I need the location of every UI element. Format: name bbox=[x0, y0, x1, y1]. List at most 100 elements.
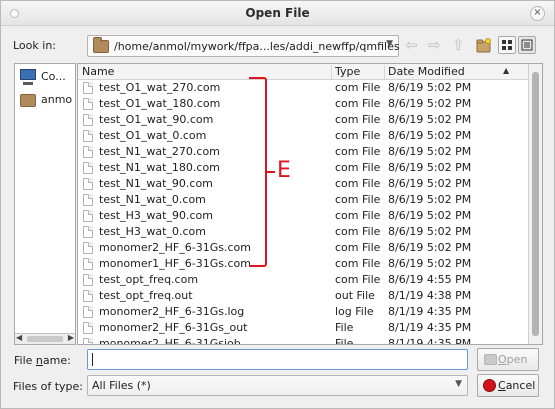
file-list: Name Type Date Modified ▲ test_O1_wat_27… bbox=[77, 63, 543, 345]
file-icon bbox=[83, 146, 93, 158]
vertical-scrollbar[interactable] bbox=[528, 64, 542, 344]
file-type: out File bbox=[335, 289, 375, 302]
scrollbar-thumb[interactable] bbox=[532, 72, 539, 336]
file-name: test_O1_wat_270.com bbox=[99, 81, 221, 94]
file-type-value: All Files (*) bbox=[92, 379, 151, 392]
file-name: test_opt_freq.com bbox=[99, 273, 199, 286]
file-name: monomer2_HF_6-31Gs_out bbox=[99, 321, 248, 334]
file-row[interactable]: monomer2_HF_6-31Gs.com com File 8/6/19 5:0… bbox=[78, 240, 529, 256]
title-bar: Open File × bbox=[1, 1, 554, 26]
file-name: test_N1_wat_0.com bbox=[99, 193, 206, 206]
file-icon bbox=[83, 162, 93, 174]
file-icon bbox=[83, 290, 93, 302]
detail-view-button[interactable] bbox=[518, 36, 536, 54]
file-date-modified: 8/6/19 5:02 PM bbox=[388, 145, 472, 158]
file-icon bbox=[83, 322, 93, 334]
file-type: com File bbox=[335, 193, 381, 206]
file-type: com File bbox=[335, 97, 381, 110]
chevron-down-icon: ▼ bbox=[455, 379, 462, 389]
file-icon bbox=[83, 338, 93, 344]
file-row[interactable]: monomer1_HF_6-31Gs.com com File 8/6/19 5:0… bbox=[78, 256, 529, 272]
file-date-modified: 8/1/19 4:35 PM bbox=[388, 321, 472, 334]
column-date-header[interactable]: Date Modified bbox=[388, 65, 465, 78]
file-type: com File bbox=[335, 113, 381, 126]
file-icon bbox=[83, 194, 93, 206]
file-name: test_N1_wat_270.com bbox=[99, 145, 220, 158]
column-name-header[interactable]: Name bbox=[82, 65, 114, 78]
annotation-bracket-notch bbox=[265, 171, 275, 173]
new-folder-icon[interactable] bbox=[476, 38, 492, 53]
file-date-modified: 8/6/19 5:02 PM bbox=[388, 257, 472, 270]
file-row[interactable]: test_O1_wat_270.com com File 8/6/19 5:02 P… bbox=[78, 80, 529, 96]
file-row[interactable]: test_opt_freq.out out File 8/1/19 4:38 PM bbox=[78, 288, 529, 304]
places-horizontal-scrollbar[interactable]: ◀ ▶ bbox=[15, 333, 75, 344]
file-date-modified: 8/6/19 5:02 PM bbox=[388, 129, 472, 142]
file-row[interactable]: test_O1_wat_180.com com File 8/6/19 5:02 P… bbox=[78, 96, 529, 112]
look-in-path: /home/anmol/mywork/ffpa...les/addi_newff… bbox=[114, 40, 400, 53]
scroll-left-icon[interactable]: ◀ bbox=[16, 333, 22, 342]
file-row[interactable]: test_O1_wat_90.com com File 8/6/19 5:02 PM bbox=[78, 112, 529, 128]
scrollbar-thumb[interactable] bbox=[27, 336, 63, 342]
file-type: com File bbox=[335, 81, 381, 94]
file-row[interactable]: monomer2_HF_6-31Gs_out File 8/1/19 4:35 PM bbox=[78, 320, 529, 336]
file-name: test_N1_wat_90.com bbox=[99, 177, 213, 190]
file-type: com File bbox=[335, 241, 381, 254]
file-date-modified: 8/6/19 5:02 PM bbox=[388, 97, 472, 110]
file-type-label: Files of type: bbox=[13, 380, 84, 393]
look-in-combo[interactable]: /home/anmol/mywork/ffpa...les/addi_newff… bbox=[87, 35, 400, 57]
file-row[interactable]: test_N1_wat_0.com com File 8/6/19 5:02 PM bbox=[78, 192, 529, 208]
back-arrow-icon[interactable]: ⇦ bbox=[405, 37, 418, 53]
place-home-label: anmo bbox=[41, 93, 73, 106]
file-date-modified: 8/6/19 5:02 PM bbox=[388, 209, 472, 222]
file-type-select[interactable]: All Files (*) ▼ bbox=[87, 375, 468, 396]
file-icon bbox=[83, 82, 93, 94]
list-view-button[interactable] bbox=[498, 36, 516, 54]
list-header: Name Type Date Modified ▲ bbox=[78, 64, 529, 80]
file-date-modified: 8/1/19 4:35 PM bbox=[388, 337, 472, 345]
forward-arrow-icon[interactable]: ⇨ bbox=[428, 37, 441, 53]
file-name: monomer2_HF_6-31Gsjob bbox=[99, 337, 241, 345]
column-divider[interactable] bbox=[384, 65, 385, 79]
file-row[interactable]: monomer2_HF_6-31Gsjob File 8/1/19 4:35 PM bbox=[78, 336, 529, 345]
close-icon: × bbox=[533, 7, 542, 18]
place-computer-label: Co... bbox=[41, 70, 66, 83]
file-name: test_N1_wat_180.com bbox=[99, 161, 220, 174]
cancel-button-label: Cancel bbox=[498, 379, 536, 392]
file-type: File bbox=[335, 321, 354, 334]
file-date-modified: 8/6/19 5:02 PM bbox=[388, 225, 472, 238]
file-name: test_O1_wat_180.com bbox=[99, 97, 221, 110]
cancel-button[interactable]: Cancel bbox=[477, 374, 539, 397]
file-type: com File bbox=[335, 257, 381, 270]
file-date-modified: 8/1/19 4:38 PM bbox=[388, 289, 472, 302]
column-type-header[interactable]: Type bbox=[335, 65, 360, 78]
scroll-right-icon[interactable]: ▶ bbox=[68, 333, 74, 342]
file-name: monomer1_HF_6-31Gs.com bbox=[99, 257, 251, 270]
file-icon bbox=[83, 210, 93, 222]
parent-directory-icon[interactable]: ⇧ bbox=[452, 37, 465, 53]
file-date-modified: 8/1/19 4:35 PM bbox=[388, 305, 472, 318]
file-row[interactable]: test_N1_wat_270.com com File 8/6/19 5:02 P… bbox=[78, 144, 529, 160]
file-row[interactable]: test_O1_wat_0.com com File 8/6/19 5:02 PM bbox=[78, 128, 529, 144]
cancel-icon bbox=[483, 379, 496, 392]
file-row[interactable]: test_H3_wat_0.com com File 8/6/19 5:02 PM bbox=[78, 224, 529, 240]
file-row[interactable]: test_H3_wat_90.com com File 8/6/19 5:02 PM bbox=[78, 208, 529, 224]
file-row[interactable]: monomer2_HF_6-31Gs.log log File 8/1/19 4:3… bbox=[78, 304, 529, 320]
column-divider[interactable] bbox=[331, 65, 332, 79]
file-row[interactable]: test_N1_wat_180.com com File 8/6/19 5:02 P… bbox=[78, 160, 529, 176]
file-row[interactable]: test_N1_wat_90.com com File 8/6/19 5:02 PM bbox=[78, 176, 529, 192]
file-date-modified: 8/6/19 5:02 PM bbox=[388, 177, 472, 190]
close-button[interactable]: × bbox=[530, 6, 545, 21]
open-file-dialog: Open File × Look in: /home/anmol/mywork/… bbox=[0, 0, 555, 409]
file-row[interactable]: test_opt_freq.com com File 8/6/19 4:55 PM bbox=[78, 272, 529, 288]
folder-icon bbox=[93, 37, 109, 53]
places-sidebar: Co... anmo ◀ ▶ bbox=[14, 63, 76, 345]
open-button[interactable]: Open bbox=[477, 348, 539, 371]
file-type: com File bbox=[335, 225, 381, 238]
file-date-modified: 8/6/19 5:02 PM bbox=[388, 161, 472, 174]
file-name-input[interactable] bbox=[87, 349, 468, 370]
file-icon bbox=[83, 114, 93, 126]
file-date-modified: 8/6/19 5:02 PM bbox=[388, 81, 472, 94]
sort-ascending-icon: ▲ bbox=[503, 66, 510, 75]
file-icon bbox=[83, 258, 93, 270]
file-type: com File bbox=[335, 145, 381, 158]
